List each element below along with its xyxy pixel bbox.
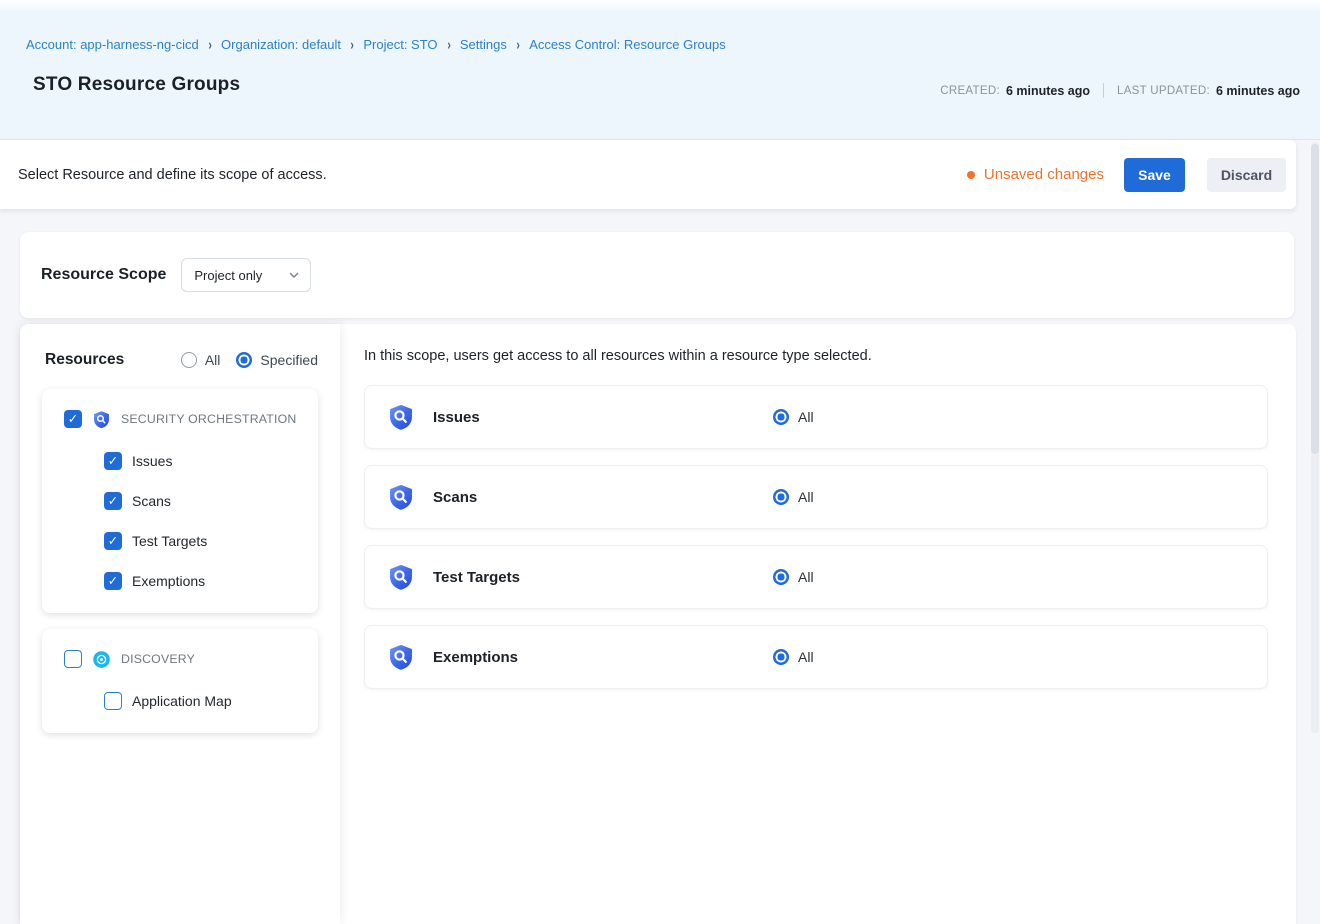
radio-option-specified[interactable]: Specified xyxy=(236,352,318,368)
security-orchestration-shield-icon xyxy=(387,403,415,431)
last-updated-label: LAST UPDATED: xyxy=(1117,85,1210,97)
breadcrumb-separator-icon: › xyxy=(516,36,519,53)
resource-type-label: Exemptions xyxy=(433,649,773,666)
toolbar: Select Resource and define its scope of … xyxy=(0,140,1296,209)
discovery-icon xyxy=(92,650,111,669)
breadcrumb-separator-icon: › xyxy=(350,36,353,53)
radio-option-label: All xyxy=(798,569,814,585)
checkbox[interactable] xyxy=(64,650,82,668)
meta-info: CREATED: 6 minutes ago LAST UPDATED: 6 m… xyxy=(940,83,1300,98)
meta-divider xyxy=(1103,83,1104,98)
radio-all-icon xyxy=(773,409,789,425)
resources-panel: Resources All Specified ✓ SECURITY ORCHES… xyxy=(20,324,340,924)
resource-child-row: Application Map xyxy=(42,681,318,721)
resource-type-label: Scans xyxy=(433,489,773,506)
resource-type-card: Issues All xyxy=(364,385,1268,449)
radio-specified-label: Specified xyxy=(260,352,318,368)
scope-detail-panel: In this scope, users get access to all r… xyxy=(340,324,1296,924)
resource-scope-title: Resource Scope xyxy=(41,266,166,284)
unsaved-dot-icon xyxy=(967,171,975,179)
breadcrumb-separator-icon: › xyxy=(208,36,211,53)
created-value: 6 minutes ago xyxy=(1006,84,1090,98)
breadcrumb-link[interactable]: Organization: default xyxy=(221,37,341,52)
resource-child-row: ✓ Test Targets xyxy=(42,521,318,561)
header-top-strip xyxy=(0,0,1320,13)
radio-all-icon xyxy=(773,649,789,665)
resource-child-label: Scans xyxy=(132,493,171,509)
unsaved-changes-label: Unsaved changes xyxy=(984,166,1104,183)
resources-filter-radios: All Specified xyxy=(181,352,318,368)
security-orchestration-shield-icon xyxy=(387,483,415,511)
resource-group-card: DISCOVERY Application Map xyxy=(42,629,318,733)
breadcrumb-link[interactable]: Access Control: Resource Groups xyxy=(529,37,726,52)
resource-scope-card: Resource Scope Project only xyxy=(20,232,1294,318)
resource-group-label: DISCOVERY xyxy=(121,652,195,666)
radio-option-all[interactable]: All xyxy=(773,649,814,665)
resource-child-row: ✓ Exemptions xyxy=(42,561,318,601)
radio-all-icon xyxy=(181,352,197,368)
security-orchestration-shield-icon xyxy=(387,643,415,671)
breadcrumb-link[interactable]: Project: STO xyxy=(363,37,437,52)
checkbox[interactable]: ✓ xyxy=(104,492,122,510)
resource-group-card: ✓ SECURITY ORCHESTRATION ✓ Issues ✓ Scans ✓ Tes… xyxy=(42,389,318,613)
resource-child-label: Issues xyxy=(132,453,172,469)
toolbar-actions: Unsaved changes Save Discard xyxy=(967,158,1286,192)
chevron-down-icon xyxy=(288,269,300,281)
radio-option-all[interactable]: All xyxy=(773,409,814,425)
scope-description: In this scope, users get access to all r… xyxy=(364,348,1268,364)
resource-child-row: ✓ Issues xyxy=(42,441,318,481)
resource-type-label: Test Targets xyxy=(433,569,773,586)
resource-child-label: Exemptions xyxy=(132,573,205,589)
checkbox[interactable]: ✓ xyxy=(104,572,122,590)
radio-option-all[interactable]: All xyxy=(773,569,814,585)
resource-child-label: Test Targets xyxy=(132,533,207,549)
resource-type-cards: IssuesAllScansAllTest TargetsAllExemptio… xyxy=(364,385,1268,689)
resource-type-card: Scans All xyxy=(364,465,1268,529)
scrollbar[interactable] xyxy=(1311,142,1319,733)
resource-scope-selected-value: Project only xyxy=(194,268,262,283)
discard-button[interactable]: Discard xyxy=(1207,158,1286,192)
created-label: CREATED: xyxy=(940,85,1000,97)
resource-groups-list: ✓ SECURITY ORCHESTRATION ✓ Issues ✓ Scans ✓ Tes… xyxy=(20,369,340,733)
content-sheet: Resources All Specified ✓ SECURITY ORCHES… xyxy=(20,324,1296,924)
breadcrumb-separator-icon: › xyxy=(447,36,450,53)
breadcrumb-link[interactable]: Settings xyxy=(460,37,507,52)
checkbox[interactable]: ✓ xyxy=(104,532,122,550)
save-button[interactable]: Save xyxy=(1124,158,1185,192)
resources-title: Resources xyxy=(45,351,124,369)
breadcrumb: Account: app-harness-ng-cicd › Organizatio… xyxy=(26,37,726,52)
resource-child-label: Application Map xyxy=(132,693,232,709)
checkbox[interactable]: ✓ xyxy=(104,452,122,470)
page-title: STO Resource Groups xyxy=(33,74,240,96)
scrollbar-thumb[interactable] xyxy=(1311,144,1319,454)
toolbar-description: Select Resource and define its scope of … xyxy=(18,167,327,183)
radio-all-label: All xyxy=(205,352,221,368)
resource-type-card: Exemptions All xyxy=(364,625,1268,689)
radio-specified-icon xyxy=(236,352,252,368)
resource-type-card: Test Targets All xyxy=(364,545,1268,609)
radio-option-all[interactable]: All xyxy=(773,489,814,505)
checkbox[interactable]: ✓ xyxy=(64,410,82,428)
security-orchestration-shield-icon xyxy=(92,410,111,429)
resource-group-header-row: ✓ SECURITY ORCHESTRATION xyxy=(42,397,318,441)
last-updated-value: 6 minutes ago xyxy=(1216,84,1300,98)
page-header: Account: app-harness-ng-cicd › Organizatio… xyxy=(0,0,1320,140)
radio-all-icon xyxy=(773,569,789,585)
resource-type-label: Issues xyxy=(433,409,773,426)
security-orchestration-shield-icon xyxy=(387,563,415,591)
radio-option-label: All xyxy=(798,489,814,505)
resource-group-label: SECURITY ORCHESTRATION xyxy=(121,412,296,426)
radio-option-all[interactable]: All xyxy=(181,352,221,368)
resource-scope-dropdown[interactable]: Project only xyxy=(181,258,311,292)
breadcrumb-link[interactable]: Account: app-harness-ng-cicd xyxy=(26,37,199,52)
unsaved-changes-indicator: Unsaved changes xyxy=(967,166,1104,183)
radio-option-label: All xyxy=(798,649,814,665)
resources-panel-header: Resources All Specified xyxy=(20,324,340,369)
radio-all-icon xyxy=(773,489,789,505)
resource-child-row: ✓ Scans xyxy=(42,481,318,521)
checkbox[interactable] xyxy=(104,692,122,710)
radio-option-label: All xyxy=(798,409,814,425)
resource-group-header-row: DISCOVERY xyxy=(42,637,318,681)
